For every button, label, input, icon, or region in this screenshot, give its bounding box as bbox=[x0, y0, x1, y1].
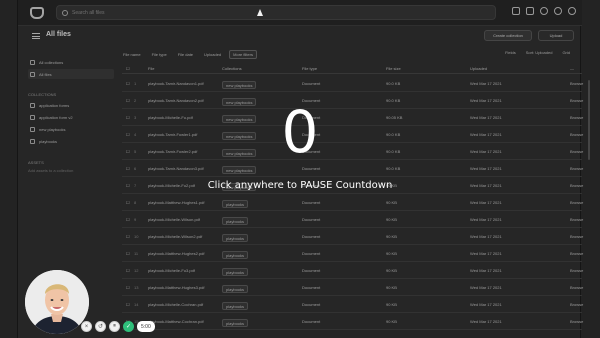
webcam-bubble[interactable] bbox=[25, 270, 89, 334]
pause-recording-icon[interactable]: ⏸ bbox=[109, 321, 120, 332]
countdown-number: 0 bbox=[281, 98, 319, 166]
recording-timer: 5:00 bbox=[137, 321, 155, 332]
finish-recording-icon[interactable]: ✓ bbox=[123, 321, 134, 332]
mouse-cursor-icon bbox=[257, 9, 263, 16]
screen-recording-app: Search all files All files Create collec… bbox=[0, 0, 600, 338]
recorder-controls: × ↺ ⏸ ✓ 5:00 bbox=[81, 321, 155, 332]
pause-countdown-message[interactable]: Click anywhere to PAUSE Countdown bbox=[150, 180, 450, 191]
cancel-recording-icon[interactable]: × bbox=[81, 321, 92, 332]
recording-dim-overlay[interactable] bbox=[0, 0, 600, 338]
webcam-presenter-image bbox=[25, 270, 89, 334]
restart-recording-icon[interactable]: ↺ bbox=[95, 321, 106, 332]
